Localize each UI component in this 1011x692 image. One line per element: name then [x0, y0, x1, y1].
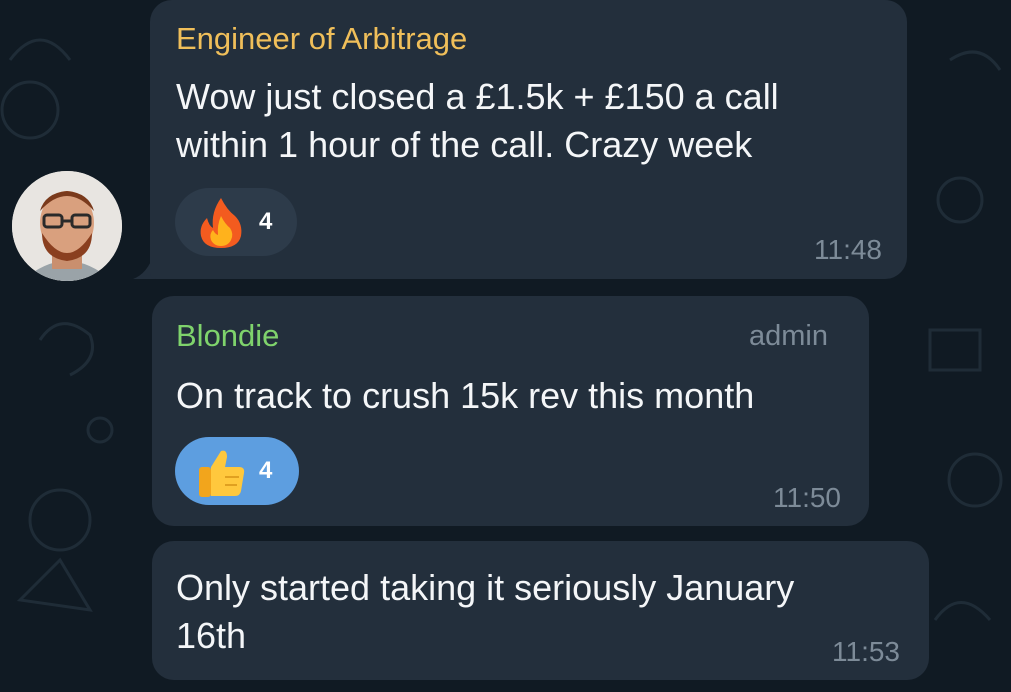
thumbs-up-icon [199, 450, 245, 497]
message-bubble[interactable]: Engineer of Arbitrage Wow just closed a … [150, 0, 907, 279]
message-time: 11:50 [773, 482, 841, 513]
reaction-count: 4 [259, 208, 273, 235]
message-bubble[interactable]: Blondie admin On track to crush 15k rev … [152, 296, 869, 526]
message-text-line: Wow just closed a £1.5k + £150 a call [176, 76, 779, 117]
sender-name[interactable]: Engineer of Arbitrage [176, 21, 467, 57]
fire-icon [200, 198, 242, 248]
message-time: 11:53 [832, 636, 900, 667]
message-bubble[interactable]: Only started taking it seriously January… [152, 541, 929, 680]
reaction-count: 4 [259, 457, 273, 484]
message-time: 11:48 [814, 234, 882, 265]
message-text-line: within 1 hour of the call. Crazy week [176, 124, 753, 165]
message-text-line: Only started taking it seriously January [176, 567, 795, 608]
admin-badge: admin [749, 320, 828, 352]
message-text-line: 16th [176, 615, 247, 656]
message-text-line: On track to crush 15k rev this month [176, 375, 755, 416]
avatar-portrait-icon [12, 171, 122, 281]
chat-view: Engineer of Arbitrage Wow just closed a … [0, 0, 1011, 692]
sender-avatar[interactable] [12, 171, 122, 281]
sender-name[interactable]: Blondie [176, 318, 279, 354]
reaction-chip-selected[interactable]: 4 [175, 437, 299, 505]
reaction-chip[interactable]: 4 [175, 188, 297, 256]
